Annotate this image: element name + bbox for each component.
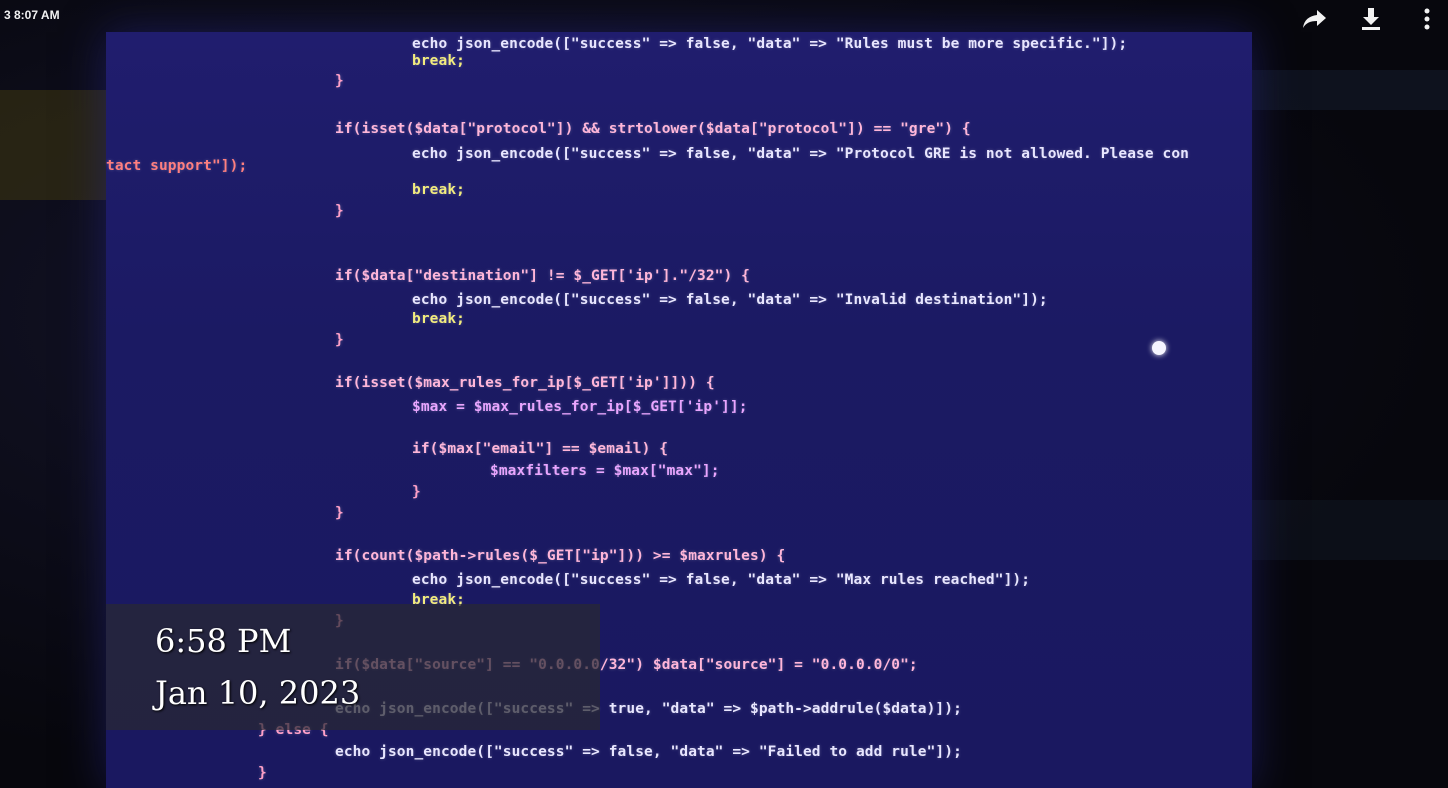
more-icon[interactable] [1414, 6, 1440, 32]
code-line: if($data["destination"] != $_GET['ip']."… [335, 268, 750, 284]
code-line: tact support"]); [106, 158, 248, 174]
code-line: } [335, 73, 344, 89]
code-line: if(count($path->rules($_GET["ip"])) >= $… [335, 548, 786, 564]
code-line: if(isset($max_rules_for_ip[$_GET['ip']])… [335, 375, 715, 391]
code-line: echo json_encode(["success" => false, "d… [412, 146, 1190, 162]
code-line: } [335, 505, 344, 521]
viewer-toolbar [1302, 6, 1440, 32]
code-line: echo json_encode(["success" => false, "d… [412, 292, 1048, 308]
code-line: break; [412, 311, 465, 327]
code-line: } [412, 484, 421, 500]
code-line: if($max["email"] == $email) { [412, 441, 669, 457]
code-line: $max = $max_rules_for_ip[$_GET['ip']]; [412, 399, 748, 415]
code-line: echo json_encode(["success" => false, "d… [412, 36, 1128, 52]
photo-viewer: 3 8:07 AM echo json_encode(["success" =>… [0, 0, 1448, 788]
code-line: echo json_encode(["success" => false, "d… [412, 572, 1031, 588]
background-blur-panel [0, 90, 106, 200]
share-icon[interactable] [1302, 6, 1328, 32]
background-blur-panel [1252, 500, 1448, 560]
overlay-date: Jan 10, 2023 [155, 674, 361, 712]
code-line: if(isset($data["protocol"]) && strtolowe… [335, 121, 971, 137]
code-line: $maxfilters = $max["max"]; [490, 463, 720, 479]
code-line: echo json_encode(["success" => false, "d… [335, 744, 962, 760]
code-line: } [335, 332, 344, 348]
overlay-time: 6:58 PM [155, 622, 292, 660]
mouse-cursor-dot [1152, 341, 1166, 355]
code-line: break; [412, 53, 465, 69]
status-bar-time: 3 8:07 AM [4, 8, 60, 22]
code-line: } [258, 765, 267, 781]
background-blur-panel [1252, 70, 1448, 110]
download-icon[interactable] [1358, 6, 1384, 32]
code-line: break; [412, 182, 465, 198]
code-line: } [335, 203, 344, 219]
